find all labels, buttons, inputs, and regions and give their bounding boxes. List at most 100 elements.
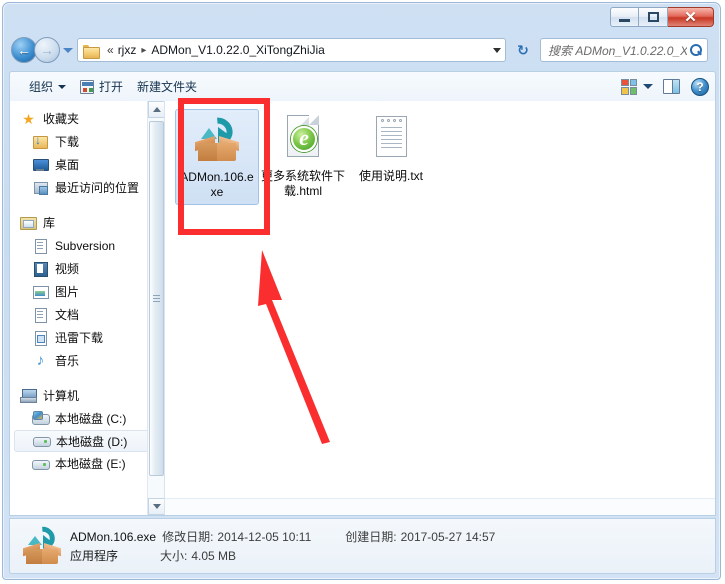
status-text-block: ADMon.106.exe 修改日期: 2014-12-05 10:11 创建日… <box>70 528 495 564</box>
address-bar[interactable]: « rjxz ▸ ADMon_V1.0.22.0_XiTongZhiJia <box>77 38 506 62</box>
open-with-icon <box>80 79 95 94</box>
refresh-button[interactable]: ↻ <box>511 38 535 62</box>
sidebar-item-music[interactable]: ♪ 音乐 <box>10 349 164 372</box>
explorer-body: ★ 收藏夹 下载 桌面 最近访问的位置 库 <box>9 101 716 516</box>
file-type-value: 应用程序 <box>70 549 119 563</box>
view-cell <box>621 78 629 86</box>
installer-box-icon <box>191 112 243 166</box>
pictures-icon <box>32 284 49 300</box>
help-icon[interactable]: ? <box>691 77 709 96</box>
text-lines <box>381 127 402 151</box>
sidebar-item-label: 桌面 <box>55 158 80 172</box>
forward-arrow-icon: → <box>40 42 54 58</box>
video-icon <box>32 261 49 277</box>
navigation-pane: ★ 收藏夹 下载 桌面 最近访问的位置 库 <box>10 101 165 515</box>
scrollbar-grip-icon <box>153 298 160 299</box>
search-box[interactable]: 搜索 ADMon_V1.0.22.0_Xi... <box>540 38 708 62</box>
sidebar-group-favorites[interactable]: ★ 收藏夹 <box>10 107 164 130</box>
sidebar-item-label: 视频 <box>55 262 80 276</box>
sidebar-item-label: 图片 <box>55 285 80 299</box>
breadcrumb-separator-icon: ▸ <box>141 44 147 56</box>
chevron-up-icon <box>152 107 161 112</box>
status-row-type-size: 应用程序 大小: 4.05 MB <box>70 547 495 564</box>
address-dropdown-icon[interactable] <box>493 47 501 53</box>
breadcrumb-item-0[interactable]: rjxz <box>118 43 137 57</box>
sidebar-item-drive-c[interactable]: 本地磁盘 (C:) <box>10 407 164 430</box>
status-row-dates: ADMon.106.exe 修改日期: 2014-12-05 10:11 创建日… <box>70 528 495 545</box>
new-folder-button[interactable]: 新建文件夹 <box>130 76 204 98</box>
html-ie-icon: e <box>277 113 329 165</box>
close-button[interactable]: ✕ <box>668 7 714 27</box>
sidebar-item-label: 本地磁盘 (D:) <box>56 434 128 449</box>
sidebar-item-xunlei[interactable]: 迅雷下载 <box>10 326 164 349</box>
system-drive-icon <box>32 410 50 427</box>
change-view-icon[interactable] <box>621 78 637 95</box>
star-icon: ★ <box>22 110 35 127</box>
notepad-rings <box>381 119 402 122</box>
sidebar-item-desktop[interactable]: 桌面 <box>10 153 164 176</box>
view-dropdown-icon[interactable] <box>643 84 653 89</box>
maximize-button[interactable] <box>639 7 668 27</box>
text-file-icon <box>365 113 417 165</box>
sidebar-item-downloads[interactable]: 下载 <box>10 130 164 153</box>
box-shape <box>20 522 64 568</box>
search-input[interactable]: 搜索 ADMon_V1.0.22.0_Xi... <box>548 42 687 59</box>
help-label: ? <box>696 79 704 94</box>
refresh-icon: ↻ <box>517 41 529 58</box>
sidebar-scrollbar[interactable] <box>147 101 164 515</box>
internet-explorer-icon: e <box>291 126 317 152</box>
sidebar-item-drive-e[interactable]: 本地磁盘 (E:) <box>10 452 164 475</box>
new-folder-label: 新建文件夹 <box>137 80 198 94</box>
open-button[interactable]: 打开 <box>73 76 130 98</box>
file-item-html[interactable]: e 更多系统软件下载.html <box>259 109 347 205</box>
sidebar-item-label: 本地磁盘 (E:) <box>55 457 126 471</box>
scrollbar-thumb[interactable] <box>149 121 164 476</box>
modified-date-label: 修改日期: <box>162 530 214 544</box>
sidebar-item-label: 文档 <box>55 308 80 322</box>
title-bar: ✕ <box>3 3 720 31</box>
forward-button[interactable]: → <box>34 37 60 63</box>
sidebar-group-label: 收藏夹 <box>43 112 80 126</box>
minimize-button[interactable] <box>610 7 639 27</box>
sidebar-group-computer[interactable]: 计算机 <box>10 384 164 407</box>
view-cell <box>629 87 637 95</box>
file-grid: ADMon.106.exe e 更多系统软件下载.html 使用说明.txt <box>175 109 435 205</box>
preview-pane-icon[interactable] <box>663 79 680 94</box>
sidebar-item-subversion[interactable]: Subversion <box>10 234 164 257</box>
chevron-down-icon <box>58 84 67 89</box>
file-item-admon-exe[interactable]: ADMon.106.exe <box>175 109 259 205</box>
toolbar-right-group: ? <box>621 77 709 96</box>
box-shape <box>191 112 243 166</box>
minimize-icon <box>619 18 630 22</box>
close-icon: ✕ <box>684 8 697 26</box>
sidebar-item-pictures[interactable]: 图片 <box>10 280 164 303</box>
file-item-txt[interactable]: 使用说明.txt <box>347 109 435 205</box>
created-date-value: 2017-05-27 14:57 <box>400 530 496 544</box>
navigation-list: ★ 收藏夹 下载 桌面 最近访问的位置 库 <box>10 101 164 475</box>
sidebar-item-videos[interactable]: 视频 <box>10 257 164 280</box>
sidebar-item-label: 下载 <box>55 135 80 149</box>
sidebar-item-drive-d[interactable]: 本地磁盘 (D:) <box>14 430 158 452</box>
ring <box>387 119 390 122</box>
chevron-down-icon <box>152 504 161 509</box>
ring <box>393 119 396 122</box>
breadcrumb-overflow-icon[interactable]: « <box>107 43 114 57</box>
file-list-pane[interactable]: ADMon.106.exe e 更多系统软件下载.html 使用说明.txt <box>165 101 715 515</box>
sidebar-item-label: 迅雷下载 <box>55 331 104 345</box>
address-bar-row: ← → « rjxz ▸ ADMon_V1.0.22.0_XiTongZhiJi… <box>3 31 720 69</box>
scroll-down-button[interactable] <box>148 498 164 515</box>
history-dropdown-icon[interactable] <box>63 47 73 53</box>
sidebar-group-libraries[interactable]: 库 <box>10 211 164 234</box>
view-cell <box>629 78 637 86</box>
sidebar-item-recent-places[interactable]: 最近访问的位置 <box>10 176 164 199</box>
status-file-icon <box>20 522 64 568</box>
notepad-shape <box>376 116 407 157</box>
box-front <box>26 549 58 564</box>
scroll-up-button[interactable] <box>148 101 164 118</box>
organize-button[interactable]: 组织 <box>22 76 73 98</box>
xunlei-icon <box>32 330 49 346</box>
organize-label: 组织 <box>29 80 54 94</box>
breadcrumb-item-1[interactable]: ADMon_V1.0.22.0_XiTongZhiJia <box>151 43 324 57</box>
sidebar-item-documents[interactable]: 文档 <box>10 303 164 326</box>
horizontal-scroll-strip[interactable] <box>165 498 715 515</box>
